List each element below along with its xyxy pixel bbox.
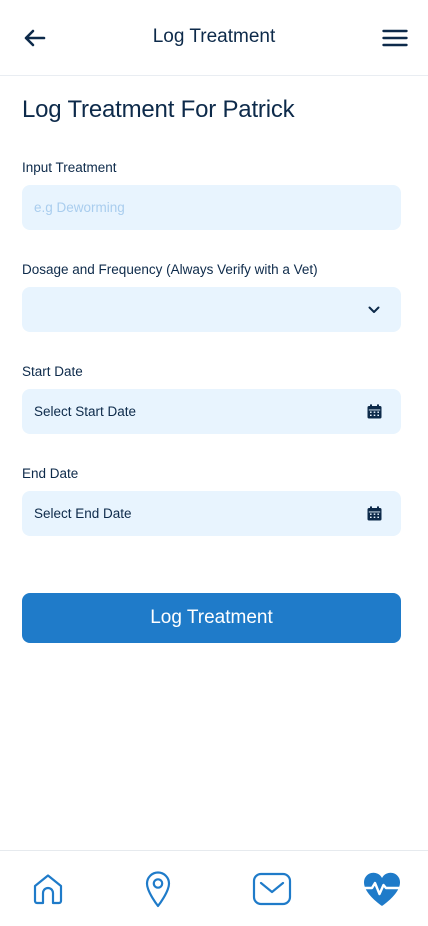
dosage-select[interactable] [22,287,401,332]
treatment-field[interactable] [22,185,401,230]
end-date-label: End Date [22,466,79,481]
start-date-value: Select Start Date [34,404,137,419]
calendar-icon[interactable] [364,504,384,524]
mail-icon [252,872,292,906]
menu-button[interactable] [380,24,410,52]
log-treatment-button[interactable]: Log Treatment [22,593,401,643]
start-date-label: Start Date [22,364,83,379]
hamburger-menu-icon [382,29,408,47]
top-app-bar: Log Treatment [0,0,428,76]
heart-pulse-icon [361,872,403,906]
chevron-down-icon [364,300,384,320]
back-button[interactable] [20,24,48,52]
home-icon [33,874,63,905]
start-date-field[interactable]: Select Start Date [22,389,401,434]
treatment-input[interactable] [34,200,389,215]
header-title: Log Treatment [152,25,276,47]
nav-messages[interactable] [250,867,294,911]
dosage-label: Dosage and Frequency (Always Verify with… [22,262,318,277]
calendar-icon[interactable] [364,402,384,422]
end-date-field[interactable]: Select End Date [22,491,401,536]
end-date-value: Select End Date [34,506,132,521]
nav-health[interactable] [360,867,404,911]
nav-location[interactable] [136,867,180,911]
map-pin-icon [145,871,171,908]
treatment-label: Input Treatment [22,160,117,175]
nav-home[interactable] [26,867,70,911]
bottom-navigation [0,850,428,926]
arrow-left-icon [24,29,46,47]
page-title: Log Treatment For Patrick [22,96,295,123]
screen: Log Treatment Log Treatment For Patrick … [0,0,428,926]
